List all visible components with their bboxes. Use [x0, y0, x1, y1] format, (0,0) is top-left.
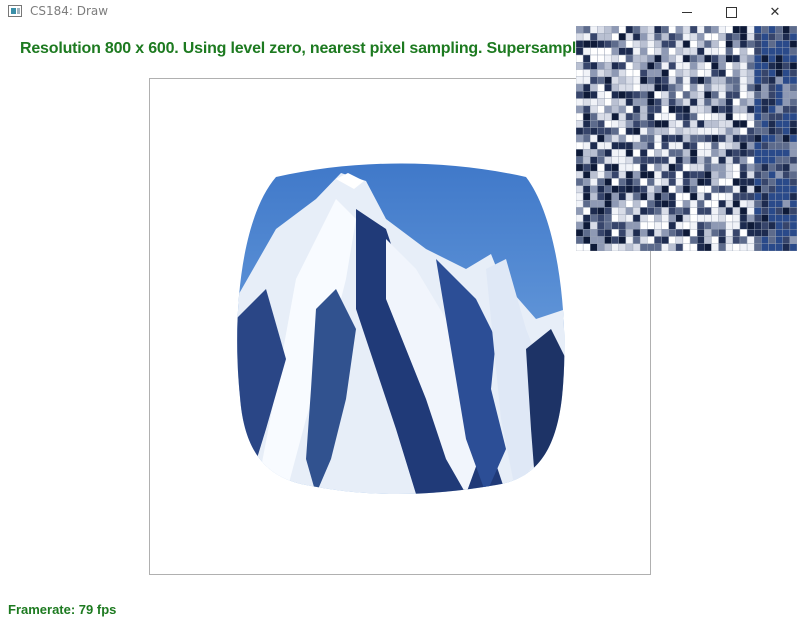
title-bar[interactable]: CS184: Draw ✕ — [0, 0, 797, 24]
framerate-readout: Framerate: 79 fps — [8, 602, 117, 617]
close-button[interactable]: ✕ — [752, 0, 797, 24]
zoom-pixel-inspector — [576, 26, 797, 251]
app-window-icon — [8, 5, 22, 17]
window-title: CS184: Draw — [30, 4, 109, 18]
maximize-button[interactable] — [708, 0, 754, 24]
rendered-mountain-image — [237, 163, 565, 494]
maximize-icon — [725, 6, 737, 18]
minimize-icon — [682, 11, 692, 13]
close-icon: ✕ — [769, 4, 781, 20]
minimize-button[interactable] — [664, 0, 710, 24]
